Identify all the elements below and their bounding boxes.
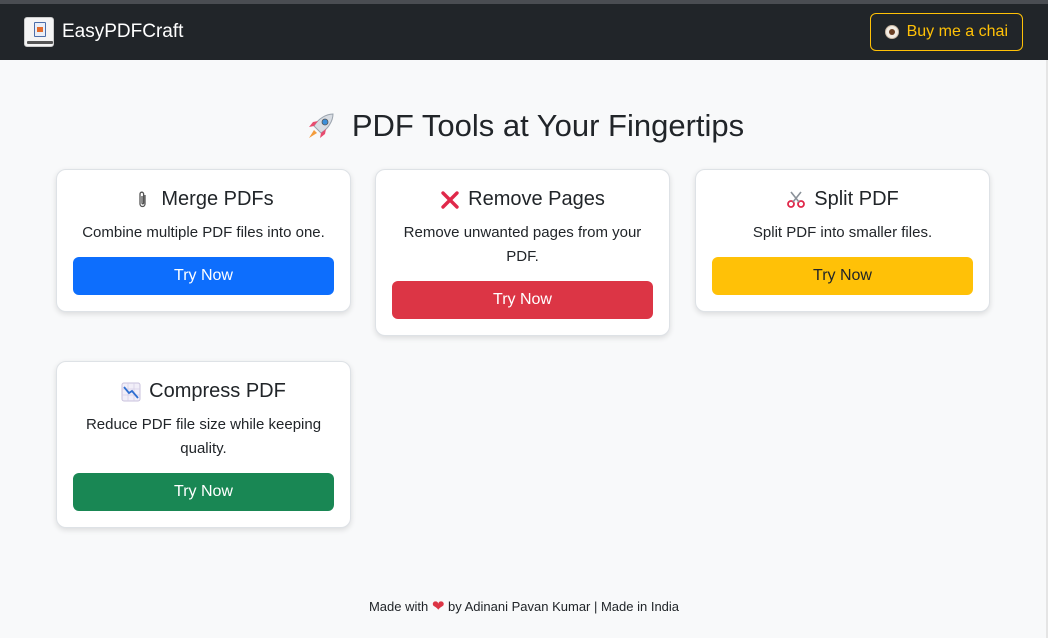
heart-icon: ❤ [431,598,445,615]
cross-mark-icon [441,190,459,209]
buy-me-a-chai-button[interactable]: Buy me a chai [869,13,1023,51]
chai-button-label: Buy me a chai [906,23,1008,40]
split-try-now-button[interactable]: Try Now [712,257,973,295]
chart-decreasing-icon [121,382,141,401]
card-title: Split PDF [712,188,973,211]
card-title-text: Compress PDF [149,380,286,402]
card-description: Split PDF into smaller files. [752,224,933,241]
card-description: Remove unwanted pages from your PDF. [403,224,642,265]
remove-pages-try-now-button[interactable]: Try Now [392,281,653,319]
tool-card-compress: Compress PDF Reduce PDF file size while … [56,361,351,528]
scissors-icon [787,191,806,208]
card-title-text: Merge PDFs [161,188,274,210]
brand-logo[interactable] [24,17,54,47]
page-title: PDF Tools at Your Fingertips [0,108,1048,144]
footer-made-with: Made with [368,599,429,614]
page-title-text: PDF Tools at Your Fingertips [351,108,745,143]
rocket-icon [308,113,334,138]
card-title-text: Remove Pages [468,188,605,210]
tool-card-merge: Merge PDFs Combine multiple PDF files in… [56,169,351,312]
card-description: Combine multiple PDF files into one. [82,224,325,241]
tool-card-remove-pages: Remove Pages Remove unwanted pages from … [375,169,670,336]
card-title: Compress PDF [73,380,334,403]
footer-byline: by Adinani Pavan Kumar | Made in India [448,599,680,614]
card-description: Reduce PDF file size while keeping quali… [85,416,322,457]
card-title: Remove Pages [392,188,653,211]
card-title: Merge PDFs [73,188,334,211]
card-title-text: Split PDF [814,188,899,210]
coffee-cup-icon [884,25,899,39]
brand[interactable]: EasyPDFCraft [24,17,183,47]
navbar: EasyPDFCraft Buy me a chai [0,4,1048,60]
compress-try-now-button[interactable]: Try Now [73,473,334,511]
brand-name[interactable]: EasyPDFCraft [62,21,183,43]
merge-try-now-button[interactable]: Try Now [73,257,334,295]
footer: Made with ❤ by Adinani Pavan Kumar | Mad… [0,597,1048,615]
tool-card-split: Split PDF Split PDF into smaller files. … [695,169,990,312]
paperclip-icon [139,191,147,207]
